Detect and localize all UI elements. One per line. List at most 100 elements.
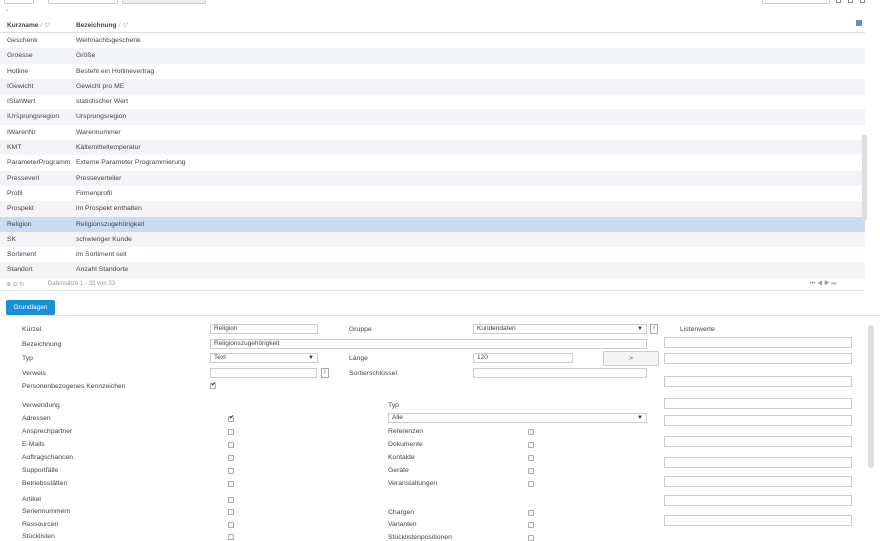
tab-grundlagen[interactable]: Grundlagen <box>6 300 55 315</box>
footer-status: Datensätze 1 - 33 von 33 <box>48 281 116 287</box>
cell-bezeichnung: Ursprungsregion <box>76 113 127 121</box>
verwendung-item-label: Ressourcen <box>22 520 59 528</box>
typ-select[interactable]: Text ▼ <box>210 353 318 363</box>
verwendung-checkbox[interactable] <box>228 414 234 422</box>
top-button[interactable] <box>122 0 206 4</box>
verwendung-checkbox[interactable] <box>528 468 534 474</box>
table-row[interactable]: Standort Anzahl Standorte <box>0 262 865 278</box>
table-row[interactable]: Groesse Größe <box>0 48 865 64</box>
cell-bezeichnung: im Sortiment seit <box>76 251 127 259</box>
table-row[interactable]: SK schwieriger Kunde <box>0 231 865 248</box>
verwendung-item-label: Betriebsstätten <box>22 480 68 487</box>
table-row[interactable]: IGewicht Gewicht pro ME <box>0 78 865 95</box>
table-row[interactable]: IWarenNr Warennummer <box>0 125 865 140</box>
top-field[interactable] <box>4 0 34 4</box>
verwendung-checkbox[interactable] <box>528 455 534 461</box>
toolbar-icon-1[interactable] <box>836 0 841 3</box>
verwendung-checkbox[interactable] <box>228 533 234 540</box>
top-right-input[interactable] <box>762 0 830 4</box>
listenwert-input[interactable] <box>664 515 852 526</box>
cell-kurzname: ParameterProgramm <box>7 159 71 167</box>
verwendung-checkbox[interactable] <box>528 522 534 529</box>
laenge-button[interactable]: > <box>603 351 659 366</box>
personen-checkbox[interactable] <box>210 381 216 389</box>
sortierschluessel-input[interactable] <box>473 368 647 378</box>
footer-action-icons[interactable]: ⊕ ⊖ ↻ <box>6 281 24 288</box>
tab-divider <box>0 315 880 316</box>
toolbar-icon-2[interactable] <box>848 0 853 3</box>
laenge-input[interactable]: 120 <box>473 353 573 363</box>
toolbar-icon-3[interactable] <box>860 0 865 3</box>
header-bezeichnung[interactable]: Bezeichnung / ▽ <box>76 21 127 29</box>
verweis-input[interactable] <box>210 368 317 378</box>
verwendung-checkbox[interactable] <box>228 442 234 448</box>
table-row[interactable]: Hotline Besteht ein Hotlinevertrag <box>0 64 865 79</box>
table-row[interactable]: IUrsprungsregion Ursprungsregion <box>0 109 865 125</box>
table-row[interactable]: KMT Kältemitteltemperatur <box>0 140 865 156</box>
verwendung-checkbox[interactable] <box>228 429 234 435</box>
cell-bezeichnung: Anzahl Standorte <box>76 266 129 274</box>
table-row[interactable]: Sortiment im Sortiment seit <box>0 247 865 262</box>
listenwert-input[interactable] <box>664 436 852 447</box>
verwendung-checkbox[interactable] <box>528 510 534 516</box>
table-row[interactable]: IStatWert statistischer Wert <box>0 94 865 109</box>
grid-body: Geschenk Weihnachtsgeschenk Groesse Größe Ho… <box>0 33 865 278</box>
verwendung-checkbox[interactable] <box>228 481 234 487</box>
listenwert-input[interactable] <box>664 337 852 348</box>
header-kurzname[interactable]: Kurzname / ▽ <box>7 21 49 29</box>
listenwert-input[interactable] <box>664 476 852 487</box>
listenwert-input[interactable] <box>664 398 852 409</box>
sortierschluessel-label: Sortierschlüssel <box>349 370 397 377</box>
verwendung-checkbox[interactable] <box>228 521 234 528</box>
listenwert-input[interactable] <box>664 353 852 364</box>
table-row[interactable]: Religion Religionszugehörigkeit <box>0 216 865 232</box>
verwendung-checkbox[interactable] <box>528 442 534 448</box>
gruppe-info-button[interactable]: ! <box>650 324 658 334</box>
table-row[interactable]: Geschenk Weihnachtsgeschenk <box>0 33 865 48</box>
verwendung-item-label: Artikel <box>22 496 41 503</box>
listenwert-input[interactable] <box>664 415 852 426</box>
pager-icons[interactable]: ⏮ ◀ ▶ ⏭ <box>810 281 837 288</box>
cell-kurzname: Hotline <box>7 67 29 75</box>
kuerzel-label: Kürzel <box>22 326 42 333</box>
cell-kurzname: IUrsprungsregion <box>7 113 60 121</box>
table-row[interactable]: ParameterProgramm Externe Parameter Progr… <box>0 155 865 170</box>
table-row[interactable]: Presseverl Presseverteiler <box>0 170 865 186</box>
verwendung-item-label: Ansprechpartner <box>22 428 73 435</box>
verwendung-checkbox[interactable] <box>528 429 534 435</box>
verwendung-item-label: Adressen <box>22 415 51 422</box>
verweis-info-button[interactable]: ! <box>321 368 329 378</box>
listenwert-input[interactable] <box>664 495 852 506</box>
verwendung-checkbox[interactable] <box>528 481 534 487</box>
cell-kurzname: IGewicht <box>7 82 34 90</box>
gruppe-select[interactable]: Kundendaten ▼ <box>473 324 647 334</box>
verwendung-checkbox[interactable] <box>228 509 234 516</box>
verwendung-item-label: Chargen <box>388 509 415 516</box>
kuerzel-input[interactable]: Religion <box>210 324 318 334</box>
table-row[interactable]: Prospekt im Prospekt enthalten <box>0 201 865 217</box>
laenge-label: Länge <box>349 355 368 362</box>
top-search-input[interactable] <box>48 0 118 4</box>
typ2-label: Typ <box>388 402 399 409</box>
bezeichnung-input[interactable]: Religionszugehörigkeit <box>210 339 647 349</box>
verwendung-checkbox[interactable] <box>228 455 234 461</box>
table-row[interactable]: Profil Firmenprofil <box>0 186 865 201</box>
cell-kurzname: Geschenk <box>7 37 38 44</box>
cell-kurzname: KMT <box>7 144 22 152</box>
verwendung-item-label: Varianten <box>388 521 417 529</box>
cell-bezeichnung: Gewicht pro ME <box>76 82 125 90</box>
verwendung-checkbox[interactable] <box>228 468 234 474</box>
personen-label: Personenbezogenes Kennzeichen <box>22 383 126 390</box>
grid-scrollbar[interactable] <box>862 135 867 220</box>
cell-bezeichnung: Weihnachtsgeschenk <box>76 37 141 44</box>
expand-caret-icon[interactable]: › <box>6 8 8 14</box>
listenwert-input[interactable] <box>664 457 852 468</box>
listenwert-input[interactable] <box>664 376 852 387</box>
cell-kurzname: Sortiment <box>7 251 37 259</box>
verwendung-checkbox[interactable] <box>228 497 234 503</box>
cell-bezeichnung: Warennummer <box>76 128 121 136</box>
typ2-select[interactable]: Alle ▼ <box>388 413 647 423</box>
column-chooser-icon[interactable] <box>856 20 862 26</box>
form-scrollbar[interactable] <box>868 325 874 468</box>
cell-bezeichnung: schwieriger Kunde <box>76 235 132 243</box>
